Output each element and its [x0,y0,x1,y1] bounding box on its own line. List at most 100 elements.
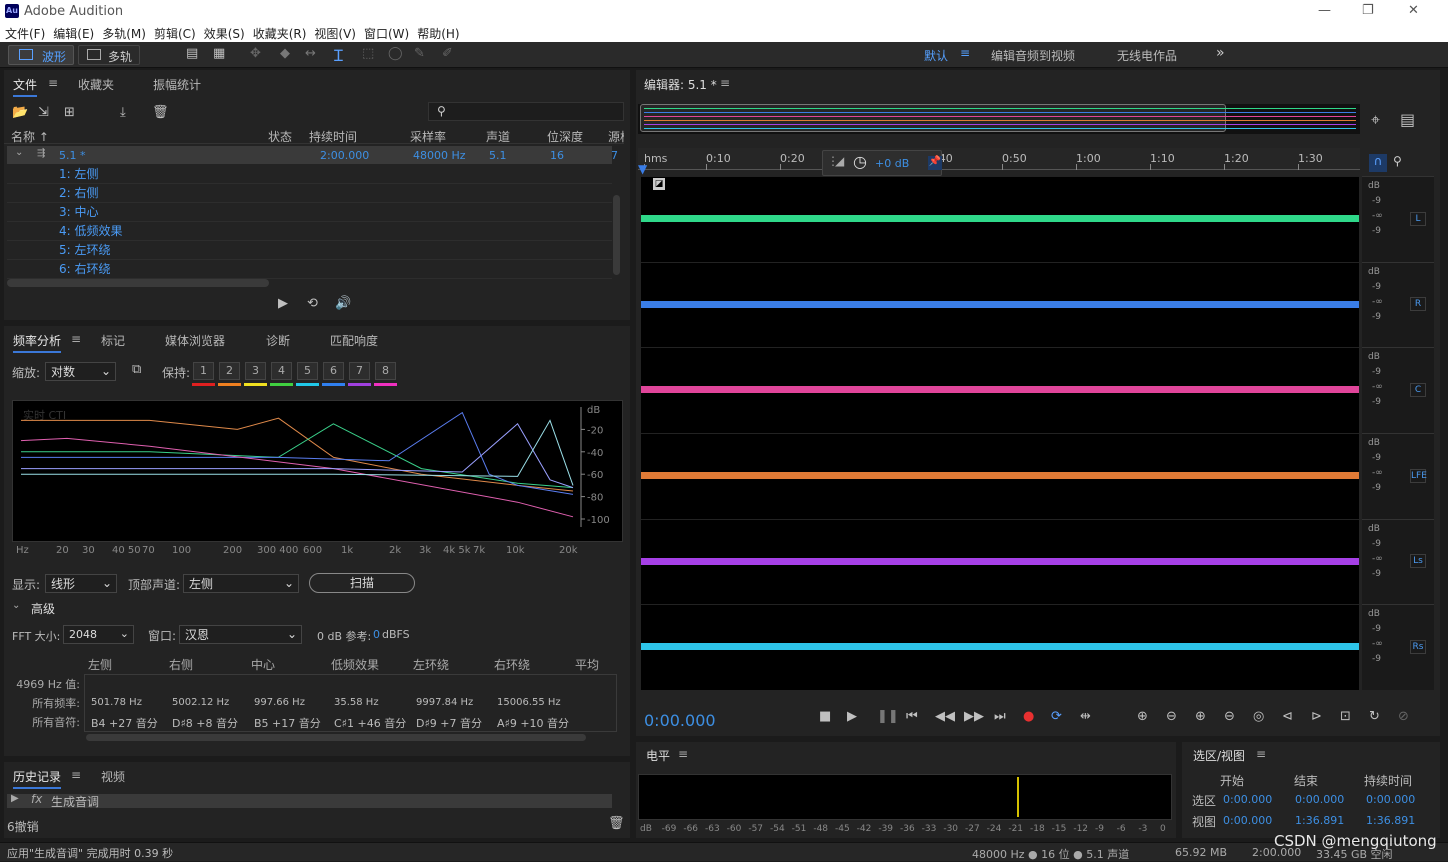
tab-diagnostics[interactable]: 诊断 [266,332,290,349]
hold-button[interactable]: 3 [244,362,267,386]
gain-knob-icon[interactable]: ◷ [853,152,867,171]
play-icon[interactable]: ▶ [847,709,857,724]
channel-row[interactable]: 4: 低频效果 [7,222,612,241]
tab-markers[interactable]: 标记 [101,332,125,349]
col-status[interactable]: 状态 [268,128,292,145]
tab-video[interactable]: 视频 [101,768,125,785]
selection-start[interactable]: 0:00.000 [1223,793,1272,806]
menu-item[interactable]: 多轨(M) [97,23,149,42]
scale-select[interactable]: 对数 ⌄ [45,362,116,381]
spectral-display-icon[interactable]: ▤ [186,46,198,61]
freq-panel-menu-icon[interactable]: ≡ [71,332,81,346]
loop-icon[interactable]: ⟳ [1051,709,1062,724]
selection-duration[interactable]: 0:00.000 [1366,793,1415,806]
channel-badge[interactable]: Ls [1410,554,1426,569]
horizontal-scrollbar[interactable] [7,279,269,287]
view-end[interactable]: 1:36.891 [1295,814,1344,827]
delete-history-icon[interactable]: 🗑 [608,816,625,831]
files-panel-menu-icon[interactable]: ≡ [48,76,58,90]
hold-button[interactable]: 6 [322,362,345,386]
advanced-chevron-icon[interactable]: ⌄ [12,600,20,611]
search-input[interactable]: ⚲ [428,102,624,121]
fft-size-select[interactable]: 2048 ⌄ [63,625,134,644]
hold-button[interactable]: 8 [374,362,397,386]
level-menu-icon[interactable]: ≡ [678,747,688,761]
skip-selection-icon[interactable]: ⇹ [1080,709,1091,724]
tab-favorites[interactable]: 收藏夹 [78,76,114,93]
col-duration[interactable]: 持续时间 [309,128,357,145]
channel-badge[interactable]: Rs [1410,640,1426,655]
col-name[interactable]: 名称 ↑ [11,128,49,145]
zoom-reset-icon[interactable]: ↻ [1369,709,1380,724]
channel-badge[interactable]: R [1410,297,1426,312]
tab-match-loudness[interactable]: 匹配响度 [330,332,378,349]
lock-to-cti-icon[interactable]: ⧉ [132,362,141,377]
channel-row[interactable]: 6: 右环绕 [7,260,612,279]
overview-bar[interactable] [638,104,1360,134]
hold-button[interactable]: 2 [218,362,241,386]
zoom-navigator-icon[interactable]: ⌖ [1371,110,1380,130]
editor-title[interactable]: 编辑器: 5.1 * [644,76,717,93]
multitrack-view-button[interactable]: 多轨 [78,45,140,65]
selection-end[interactable]: 0:00.000 [1295,793,1344,806]
time-ruler[interactable]: hms0:100:200:300:400:501:001:101:201:30 [638,148,1360,170]
advanced-section-title[interactable]: 高级 [31,600,55,617]
workspace-radio[interactable]: 无线电作品 [1117,47,1177,64]
marquee-tool-icon[interactable]: ⬚ [362,46,374,61]
restore-icon[interactable]: ❐ [1362,3,1374,18]
insert-into-multitrack-icon[interactable]: ⤓ [120,105,126,120]
menu-item[interactable]: 效果(S) [199,23,248,42]
channel-badge[interactable]: C [1410,383,1426,398]
channel-row[interactable]: 1: 左侧 [7,165,612,184]
stop-icon[interactable]: ■ [819,709,831,724]
zoom-out-full-icon[interactable]: ◎ [1253,709,1264,724]
tab-frequency-analysis[interactable]: 频率分析 [13,332,62,353]
channel-row[interactable]: 5: 左环绕 [7,241,612,260]
channel-badge[interactable]: L [1410,211,1426,226]
zoom-in-start-icon[interactable]: ⊲ [1282,709,1293,724]
zoom-selection-icon[interactable]: ⊡ [1340,709,1351,724]
more-workspaces-icon[interactable]: » [1216,45,1225,61]
workspace-edit-audio-video[interactable]: 编辑音频到视频 [991,47,1075,64]
open-file-icon[interactable]: 📂 [12,105,28,120]
vertical-scrollbar[interactable] [613,195,620,275]
gain-value[interactable]: +0 dB [875,157,909,170]
slip-tool-icon[interactable]: ↔ [305,46,316,61]
channel-row[interactable]: 2: 右侧 [7,184,612,203]
level-meter[interactable] [638,774,1172,820]
db-reference-value[interactable]: 0 [373,628,380,641]
razor-tool-icon[interactable]: ◆ [280,46,290,61]
menu-item[interactable]: 文件(F) [0,23,48,42]
go-to-end-icon[interactable]: ⏭ [994,709,1006,724]
channel-badge[interactable]: LFE [1410,468,1427,483]
zoom-out-time-icon[interactable]: ⊖ [1224,709,1235,724]
new-file-icon[interactable]: ⊞ [64,105,75,120]
marker-pin-icon[interactable]: ⚲ [1393,154,1402,168]
loop-preview-icon[interactable]: ⟲ [307,296,318,311]
zoom-disabled-icon[interactable]: ⊘ [1398,709,1409,724]
headphone-icon[interactable]: ∩ [1369,154,1387,172]
expand-chevron-icon[interactable]: ⌄ [15,147,23,158]
close-icon[interactable]: ✕ [1408,3,1419,18]
hold-button[interactable]: 1 [192,362,215,386]
zoom-in-time-icon[interactable]: ⊕ [1195,709,1206,724]
menu-item[interactable]: 收藏夹(R) [248,23,310,42]
playhead-marker[interactable]: ▼ [638,162,647,176]
hold-button[interactable]: 4 [270,362,293,386]
tab-history[interactable]: 历史记录 [13,768,62,789]
table-scrollbar[interactable] [86,734,586,741]
tab-files[interactable]: 文件 [13,76,38,97]
view-duration[interactable]: 1:36.891 [1366,814,1415,827]
hold-button[interactable]: 7 [348,362,371,386]
minimize-icon[interactable]: — [1318,3,1331,18]
menu-item[interactable]: 编辑(E) [48,23,97,42]
scan-button[interactable]: 扫描 [309,573,415,593]
view-start[interactable]: 0:00.000 [1223,814,1272,827]
auto-play-icon[interactable]: 🔊 [335,296,351,311]
workspace-menu-icon[interactable]: ≡ [960,46,970,60]
menu-item[interactable]: 窗口(W) [359,23,412,42]
fast-forward-icon[interactable]: ▶▶ [964,709,984,724]
hold-button[interactable]: 5 [296,362,319,386]
tab-amplitude-stats[interactable]: 振幅统计 [153,76,201,93]
menu-item[interactable]: 帮助(H) [412,23,462,42]
